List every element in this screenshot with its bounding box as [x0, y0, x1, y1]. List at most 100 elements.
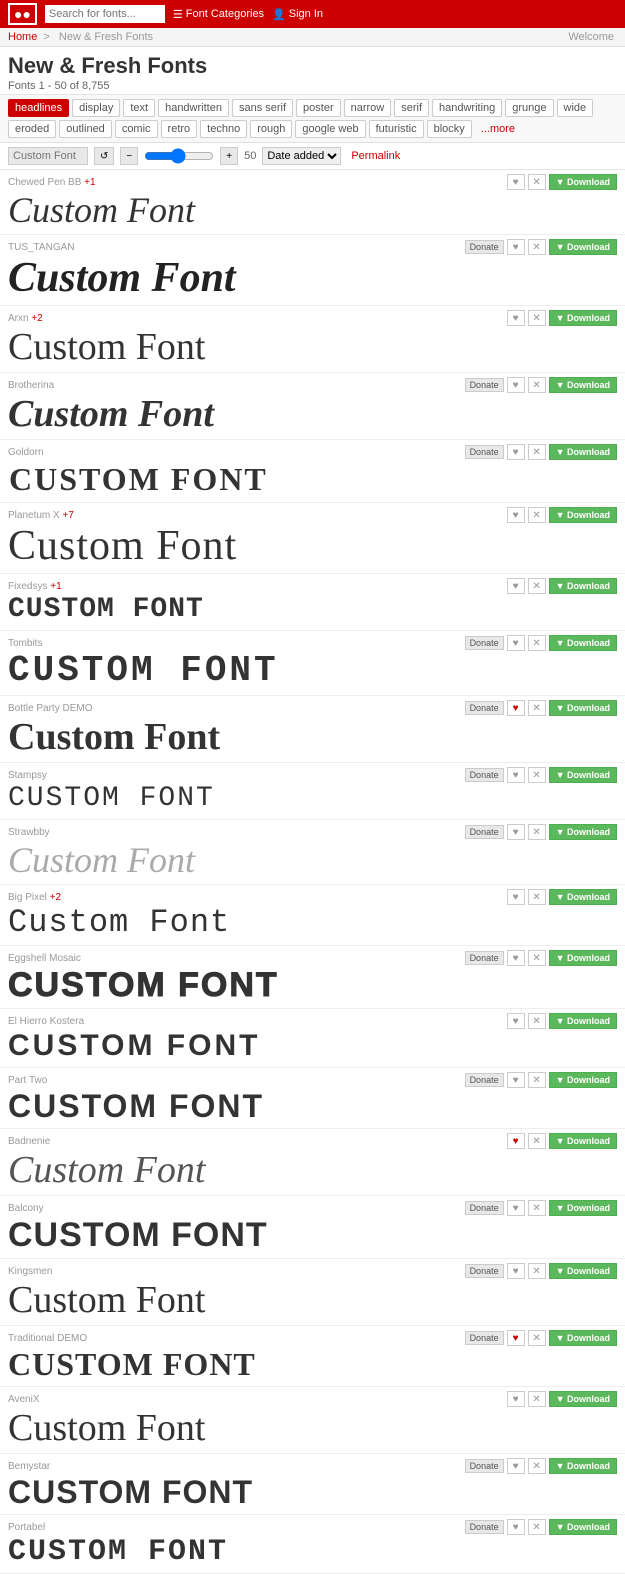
download-button[interactable]: ▼ Download — [549, 377, 617, 393]
like-button[interactable]: ♥ — [507, 1133, 525, 1149]
custom-text-input[interactable] — [8, 147, 88, 165]
filter-tab-wide[interactable]: wide — [557, 99, 594, 117]
download-button[interactable]: ▼ Download — [549, 889, 617, 905]
like-button[interactable]: ♥ — [507, 700, 525, 716]
filter-tab-retro[interactable]: retro — [161, 120, 198, 138]
search-input[interactable] — [45, 5, 165, 23]
dislike-button[interactable]: ✕ — [528, 507, 546, 523]
dislike-button[interactable]: ✕ — [528, 1330, 546, 1346]
download-button[interactable]: ▼ Download — [549, 507, 617, 523]
donate-button[interactable]: Donate — [465, 951, 504, 965]
dislike-button[interactable]: ✕ — [528, 1391, 546, 1407]
donate-button[interactable]: Donate — [465, 1073, 504, 1087]
filter-tab-eroded[interactable]: eroded — [8, 120, 56, 138]
dislike-button[interactable]: ✕ — [528, 700, 546, 716]
filter-tab----more[interactable]: ...more — [475, 121, 521, 137]
dislike-button[interactable]: ✕ — [528, 310, 546, 326]
dislike-button[interactable]: ✕ — [528, 1072, 546, 1088]
like-button[interactable]: ♥ — [507, 174, 525, 190]
download-button[interactable]: ▼ Download — [549, 1391, 617, 1407]
dislike-button[interactable]: ✕ — [528, 1013, 546, 1029]
filter-tab-display[interactable]: display — [72, 99, 120, 117]
reset-button[interactable]: ↺ — [94, 147, 114, 165]
like-button[interactable]: ♥ — [507, 310, 525, 326]
sort-select[interactable]: Date added Name Popularity — [262, 147, 341, 165]
donate-button[interactable]: Donate — [465, 1331, 504, 1345]
donate-button[interactable]: Donate — [465, 1459, 504, 1473]
like-button[interactable]: ♥ — [507, 1013, 525, 1029]
like-button[interactable]: ♥ — [507, 1458, 525, 1474]
like-button[interactable]: ♥ — [507, 578, 525, 594]
like-button[interactable]: ♥ — [507, 1200, 525, 1216]
filter-tab-techno[interactable]: techno — [200, 120, 247, 138]
dislike-button[interactable]: ✕ — [528, 824, 546, 840]
dislike-button[interactable]: ✕ — [528, 578, 546, 594]
dislike-button[interactable]: ✕ — [528, 1263, 546, 1279]
download-button[interactable]: ▼ Download — [549, 700, 617, 716]
like-button[interactable]: ♥ — [507, 239, 525, 255]
dislike-button[interactable]: ✕ — [528, 1519, 546, 1535]
donate-button[interactable]: Donate — [465, 240, 504, 254]
like-button[interactable]: ♥ — [507, 444, 525, 460]
like-button[interactable]: ♥ — [507, 1519, 525, 1535]
download-button[interactable]: ▼ Download — [549, 578, 617, 594]
sign-in-button[interactable]: 👤 Sign In — [272, 8, 323, 21]
like-button[interactable]: ♥ — [507, 1391, 525, 1407]
filter-tab-poster[interactable]: poster — [296, 99, 341, 117]
font-categories-button[interactable]: ☰ Font Categories — [173, 8, 264, 21]
size-slider[interactable] — [144, 148, 214, 164]
dislike-button[interactable]: ✕ — [528, 239, 546, 255]
filter-tab-narrow[interactable]: narrow — [344, 99, 392, 117]
download-button[interactable]: ▼ Download — [549, 444, 617, 460]
donate-button[interactable]: Donate — [465, 378, 504, 392]
download-button[interactable]: ▼ Download — [549, 1458, 617, 1474]
zoom-out-button[interactable]: − — [120, 147, 138, 165]
zoom-in-button[interactable]: + — [220, 147, 238, 165]
site-logo[interactable]: ●● — [8, 3, 37, 25]
like-button[interactable]: ♥ — [507, 889, 525, 905]
donate-button[interactable]: Donate — [465, 1520, 504, 1534]
filter-tab-rough[interactable]: rough — [250, 120, 292, 138]
download-button[interactable]: ▼ Download — [549, 635, 617, 651]
download-button[interactable]: ▼ Download — [549, 239, 617, 255]
filter-tab-handwritten[interactable]: handwritten — [158, 99, 229, 117]
like-button[interactable]: ♥ — [507, 824, 525, 840]
download-button[interactable]: ▼ Download — [549, 1330, 617, 1346]
donate-button[interactable]: Donate — [465, 1201, 504, 1215]
like-button[interactable]: ♥ — [507, 1330, 525, 1346]
like-button[interactable]: ♥ — [507, 767, 525, 783]
filter-tab-comic[interactable]: comic — [115, 120, 158, 138]
filter-tab-headlines[interactable]: headlines — [8, 99, 69, 117]
dislike-button[interactable]: ✕ — [528, 174, 546, 190]
like-button[interactable]: ♥ — [507, 1072, 525, 1088]
download-button[interactable]: ▼ Download — [549, 1263, 617, 1279]
dislike-button[interactable]: ✕ — [528, 635, 546, 651]
like-button[interactable]: ♥ — [507, 507, 525, 523]
download-button[interactable]: ▼ Download — [549, 1133, 617, 1149]
filter-tab-text[interactable]: text — [123, 99, 155, 117]
dislike-button[interactable]: ✕ — [528, 767, 546, 783]
donate-button[interactable]: Donate — [465, 1264, 504, 1278]
filter-tab-grunge[interactable]: grunge — [505, 99, 553, 117]
donate-button[interactable]: Donate — [465, 445, 504, 459]
donate-button[interactable]: Donate — [465, 768, 504, 782]
dislike-button[interactable]: ✕ — [528, 444, 546, 460]
download-button[interactable]: ▼ Download — [549, 950, 617, 966]
filter-tab-serif[interactable]: serif — [394, 99, 429, 117]
filter-tab-outlined[interactable]: outlined — [59, 120, 112, 138]
donate-button[interactable]: Donate — [465, 636, 504, 650]
dislike-button[interactable]: ✕ — [528, 950, 546, 966]
filter-tab-google-web[interactable]: google web — [295, 120, 365, 138]
download-button[interactable]: ▼ Download — [549, 1200, 617, 1216]
download-button[interactable]: ▼ Download — [549, 310, 617, 326]
filter-tab-handwriting[interactable]: handwriting — [432, 99, 502, 117]
dislike-button[interactable]: ✕ — [528, 1133, 546, 1149]
download-button[interactable]: ▼ Download — [549, 824, 617, 840]
donate-button[interactable]: Donate — [465, 825, 504, 839]
dislike-button[interactable]: ✕ — [528, 1458, 546, 1474]
dislike-button[interactable]: ✕ — [528, 889, 546, 905]
filter-tab-futuristic[interactable]: futuristic — [369, 120, 424, 138]
filter-tab-blocky[interactable]: blocky — [427, 120, 472, 138]
like-button[interactable]: ♥ — [507, 635, 525, 651]
dislike-button[interactable]: ✕ — [528, 377, 546, 393]
